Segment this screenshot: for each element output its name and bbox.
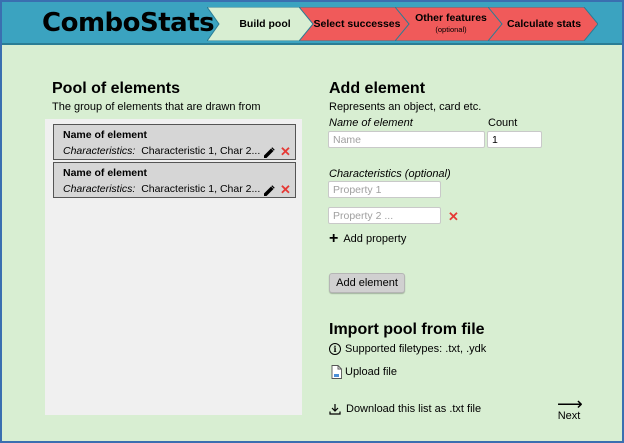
add-element-title: Add element — [329, 80, 426, 97]
add-element-subtitle: Represents an object, card etc. — [329, 101, 482, 113]
step-label: Other features — [415, 12, 487, 24]
name-label: Name of element — [329, 117, 413, 129]
count-label: Count — [488, 117, 518, 129]
step-label: Calculate stats — [506, 17, 582, 30]
app-window: Build pool Select successes Other featur… — [0, 0, 624, 443]
pool-list: Name of element Characteristics: Charact… — [45, 119, 302, 415]
step-label: Build pool — [239, 17, 291, 30]
upload-file-label: Upload file — [345, 366, 397, 378]
file-icon — [331, 365, 342, 379]
arrow-right-icon: ⟶ — [557, 394, 583, 414]
step-sublabel: (optional) — [435, 25, 467, 34]
step-calculate-stats[interactable]: Calculate stats — [488, 7, 598, 41]
pool-item-characteristics: Characteristics: Characteristic 1, Char … — [63, 183, 261, 195]
pool-item[interactable]: Name of element Characteristics: Charact… — [53, 162, 296, 198]
property-1-input[interactable] — [328, 181, 441, 198]
add-property-label: Add property — [343, 233, 407, 245]
step-label: Select successes — [313, 17, 401, 30]
app-logo: ComboStats — [42, 8, 215, 38]
property-2-input[interactable] — [328, 207, 441, 224]
pool-title: Pool of elements — [52, 80, 181, 97]
edit-icon[interactable] — [263, 185, 275, 197]
pool-item-name: Name of element — [63, 129, 148, 141]
pool-subtitle: The group of elements that are drawn fro… — [52, 101, 261, 113]
import-title: Import pool from file — [329, 321, 485, 338]
pool-item-name: Name of element — [63, 167, 148, 179]
filetypes-text: Supported filetypes: .txt, .ydk — [345, 343, 487, 355]
pool-item[interactable]: Name of element Characteristics: Charact… — [53, 124, 296, 160]
remove-property-icon[interactable]: ✕ — [448, 210, 459, 223]
delete-icon[interactable]: ✕ — [280, 145, 291, 158]
add-property-button[interactable]: + Add property — [329, 230, 407, 247]
upload-file-button[interactable]: Upload file — [331, 365, 397, 379]
next-button[interactable]: ⟶ Next — [557, 394, 583, 422]
characteristics-label: Characteristics (optional) — [329, 168, 451, 180]
download-list-label: Download this list as .txt file — [346, 403, 482, 415]
count-input[interactable] — [487, 131, 542, 148]
download-list-button[interactable]: Download this list as .txt file — [329, 403, 481, 415]
header-bar: Build pool Select successes Other featur… — [2, 2, 622, 45]
info-icon: i — [329, 343, 341, 355]
supported-filetypes: i Supported filetypes: .txt, .ydk — [329, 343, 486, 355]
name-input[interactable] — [328, 131, 485, 148]
edit-icon[interactable] — [263, 147, 275, 159]
pool-item-characteristics: Characteristics: Characteristic 1, Char … — [63, 145, 261, 157]
add-element-button[interactable]: Add element — [329, 273, 405, 293]
plus-icon: + — [329, 230, 339, 247]
delete-icon[interactable]: ✕ — [280, 183, 291, 196]
download-icon — [329, 404, 341, 415]
next-label: Next — [557, 410, 581, 422]
